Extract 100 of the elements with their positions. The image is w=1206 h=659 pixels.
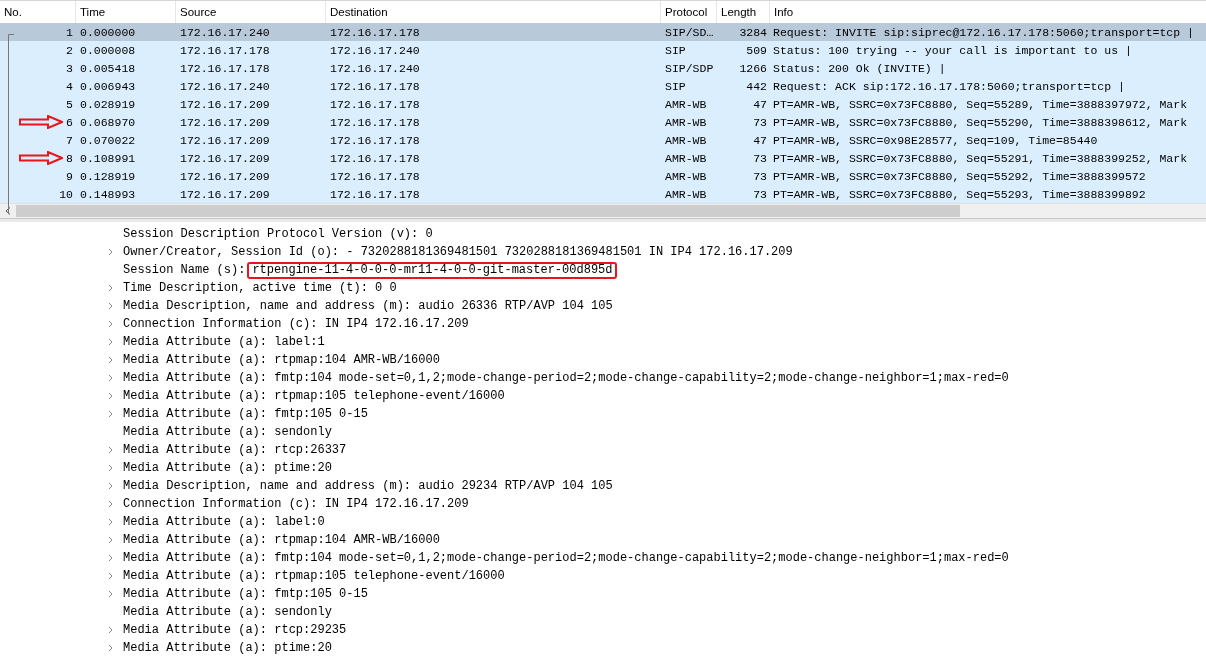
time-cell: 0.005418 (80, 61, 136, 75)
packet-row[interactable]: 6 0.068970 172.16.17.209 172.16.17.178 AMR-WB 73 PT=AMR-WB, SSRC=0x73FC8880, Seq=55290, Time=3888398612, Mark (0, 113, 1206, 131)
detail-field[interactable]: Media Attribute (a): fmtp:105 0-15 (123, 407, 368, 421)
packet-row[interactable]: 2 0.000008 172.16.17.178 172.16.17.240 SIP 509 Status: 100 trying -- your call is important to us | (0, 41, 1206, 59)
packet-number: 2 (66, 43, 73, 57)
expand-chevron-icon[interactable] (108, 518, 113, 526)
expand-chevron-icon[interactable] (108, 410, 113, 418)
packet-number: 10 (59, 187, 73, 201)
column-header[interactable]: Info (770, 1, 1206, 23)
expand-chevron-icon[interactable] (108, 500, 113, 508)
source-cell: 172.16.17.209 (180, 133, 270, 147)
info-cell: Status: 100 trying -- your call is important to us | (773, 43, 1132, 57)
packet-number: 1 (66, 25, 73, 39)
detail-field[interactable]: Media Attribute (a): rtpmap:104 AMR-WB/16000 (123, 353, 440, 367)
length-cell: 73 (753, 169, 767, 183)
packet-row[interactable]: 4 0.006943 172.16.17.240 172.16.17.178 SIP 442 Request: ACK sip:172.16.17.178:5060;transport=tcp | (0, 77, 1206, 95)
protocol-cell: AMR-WB (665, 97, 707, 111)
packet-number: 6 (66, 115, 73, 129)
time-cell: 0.006943 (80, 79, 136, 93)
expand-chevron-icon[interactable] (108, 644, 113, 652)
expand-chevron-icon[interactable] (108, 572, 113, 580)
protocol-cell: AMR-WB (665, 115, 707, 129)
expand-chevron-icon[interactable] (108, 536, 113, 544)
expand-chevron-icon[interactable] (108, 302, 113, 310)
info-cell: PT=AMR-WB, SSRC=0x73FC8880, Seq=55293, Time=3888399892 (773, 187, 1146, 201)
length-cell: 47 (753, 97, 767, 111)
expand-chevron-icon[interactable] (108, 356, 113, 364)
detail-field[interactable]: Session Name (s): (123, 263, 246, 277)
expand-chevron-icon[interactable] (108, 446, 113, 454)
expand-chevron-icon[interactable] (108, 554, 113, 562)
time-cell: 0.108991 (80, 151, 136, 165)
protocol-cell: AMR-WB (665, 151, 707, 165)
expand-chevron-icon[interactable] (108, 284, 113, 292)
source-cell: 172.16.17.178 (180, 43, 270, 57)
packet-number: 5 (66, 97, 73, 111)
packet-row[interactable]: 8 0.108991 172.16.17.209 172.16.17.178 AMR-WB 73 PT=AMR-WB, SSRC=0x73FC8880, Seq=55291, Time=3888399252, Mark (0, 149, 1206, 167)
highlighted-value: rtpengine-11-4-0-0-0-mr11-4-0-0-git-master-00d895d (247, 261, 618, 279)
source-cell: 172.16.17.209 (180, 151, 270, 165)
info-cell: PT=AMR-WB, SSRC=0x73FC8880, Seq=55292, Time=3888399572 (773, 169, 1146, 183)
detail-field[interactable]: Session Description Protocol Version (v): 0 (123, 227, 433, 241)
chevron-left-icon (5, 207, 11, 215)
info-cell: PT=AMR-WB, SSRC=0x73FC8880, Seq=55290, Time=3888398612, Mark (773, 115, 1188, 129)
source-cell: 172.16.17.209 (180, 187, 270, 201)
length-cell: 73 (753, 151, 767, 165)
length-cell: 442 (746, 79, 767, 93)
destination-cell: 172.16.17.178 (330, 187, 420, 201)
packet-row[interactable]: 5 0.028919 172.16.17.209 172.16.17.178 AMR-WB 47 PT=AMR-WB, SSRC=0x73FC8880, Seq=55289, Time=3888397972, Mark (0, 95, 1206, 113)
packet-row[interactable]: 3 0.005418 172.16.17.178 172.16.17.240 SIP/SDP 1266 Status: 200 Ok (INVITE) | (0, 59, 1206, 77)
detail-field[interactable]: Media Attribute (a): rtpmap:105 telephone-event/16000 (123, 569, 505, 583)
length-cell: 73 (753, 115, 767, 129)
detail-field[interactable]: Connection Information (c): IN IP4 172.16.17.209 (123, 317, 469, 331)
protocol-cell: AMR-WB (665, 169, 707, 183)
expand-chevron-icon[interactable] (108, 590, 113, 598)
detail-field[interactable]: Owner/Creator, Session Id (o): - 7320288181369481501 7320288181369481501 IN IP4 172.16.17.209 (123, 245, 793, 259)
length-cell: 3284 (739, 25, 767, 39)
detail-field[interactable]: Media Attribute (a): rtcp:29235 (123, 623, 347, 637)
time-cell: 0.128919 (80, 169, 136, 183)
expand-chevron-icon[interactable] (108, 374, 113, 382)
packet-row[interactable]: 1 0.000000 172.16.17.240 172.16.17.178 SIP/SD… 3284 Request: INVITE sip:siprec@172.16.17.178:5060;transport=tcp | (0, 23, 1206, 41)
info-cell: Request: INVITE sip:siprec@172.16.17.178:5060;transport=tcp | (773, 25, 1194, 39)
scrollbar-thumb[interactable] (16, 205, 960, 217)
detail-field[interactable]: Media Attribute (a): label:0 (123, 515, 325, 529)
destination-cell: 172.16.17.178 (330, 115, 420, 129)
source-cell: 172.16.17.209 (180, 115, 270, 129)
expand-chevron-icon[interactable] (108, 482, 113, 490)
expand-chevron-icon[interactable] (108, 392, 113, 400)
packet-row[interactable]: 10 0.148993 172.16.17.209 172.16.17.178 AMR-WB 73 PT=AMR-WB, SSRC=0x73FC8880, Seq=55293, Time=3888399892 (0, 185, 1206, 203)
destination-cell: 172.16.17.178 (330, 151, 420, 165)
detail-field[interactable]: Media Attribute (a): sendonly (123, 425, 332, 439)
destination-cell: 172.16.17.178 (330, 25, 420, 39)
info-cell: PT=AMR-WB, SSRC=0x73FC8880, Seq=55289, Time=3888397972, Mark (773, 97, 1188, 111)
packet-row[interactable]: 7 0.070022 172.16.17.209 172.16.17.178 AMR-WB 47 PT=AMR-WB, SSRC=0x98E28577, Seq=109, Time=85440 (0, 131, 1206, 149)
time-cell: 0.028919 (80, 97, 136, 111)
expand-chevron-icon[interactable] (108, 626, 113, 634)
protocol-cell: SIP/SDP (665, 61, 714, 75)
detail-field[interactable]: Media Attribute (a): label:1 (123, 335, 325, 349)
destination-cell: 172.16.17.240 (330, 61, 420, 75)
horizontal-scrollbar[interactable] (0, 203, 1206, 219)
detail-field[interactable]: Media Description, name and address (m): audio 26336 RTP/AVP 104 105 (123, 299, 613, 313)
detail-field[interactable]: Media Attribute (a): rtpmap:104 AMR-WB/16000 (123, 533, 440, 547)
protocol-cell: SIP/SD… (665, 25, 714, 39)
length-cell: 1266 (739, 61, 767, 75)
length-cell: 509 (746, 43, 767, 57)
expand-chevron-icon[interactable] (108, 464, 113, 472)
detail-field[interactable]: Media Attribute (a): fmtp:104 mode-set=0,1,2;mode-change-period=2;mode-change-capability=2;mode-change-neighbor=1;max-red=0 (123, 371, 1009, 385)
detail-field[interactable]: Media Attribute (a): rtcp:26337 (123, 443, 347, 457)
detail-field[interactable]: Media Attribute (a): fmtp:105 0-15 (123, 587, 368, 601)
detail-field[interactable]: Media Attribute (a): fmtp:104 mode-set=0,1,2;mode-change-period=2;mode-change-capability=2;mode-change-neighbor=1;max-red=0 (123, 551, 1009, 565)
detail-field[interactable]: Media Attribute (a): ptime:20 (123, 641, 332, 655)
detail-field[interactable]: Media Description, name and address (m): audio 29234 RTP/AVP 104 105 (123, 479, 613, 493)
expand-chevron-icon[interactable] (108, 338, 113, 346)
detail-field[interactable]: Connection Information (c): IN IP4 172.16.17.209 (123, 497, 469, 511)
expand-chevron-icon[interactable] (108, 320, 113, 328)
expand-chevron-icon[interactable] (108, 248, 113, 256)
detail-field[interactable]: Media Attribute (a): ptime:20 (123, 461, 332, 475)
source-cell: 172.16.17.178 (180, 61, 270, 75)
detail-field[interactable]: Media Attribute (a): rtpmap:105 telephone-event/16000 (123, 389, 505, 403)
detail-field[interactable]: Time Description, active time (t): 0 0 (123, 281, 397, 295)
packet-row[interactable]: 9 0.128919 172.16.17.209 172.16.17.178 AMR-WB 73 PT=AMR-WB, SSRC=0x73FC8880, Seq=55292, Time=3888399572 (0, 167, 1206, 185)
detail-field[interactable]: Media Attribute (a): sendonly (123, 605, 332, 619)
